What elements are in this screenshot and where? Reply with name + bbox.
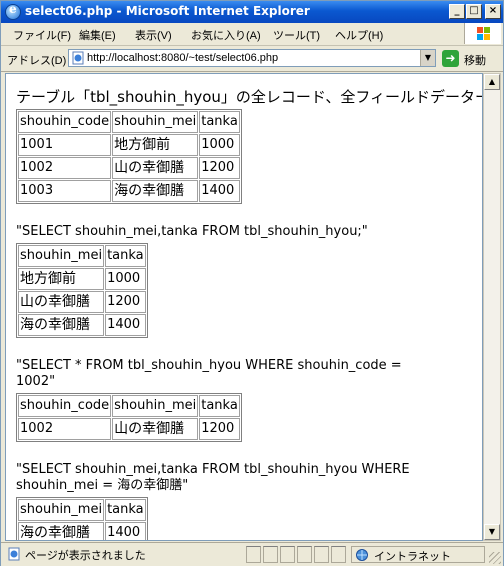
address-label: アドレス(D) bbox=[7, 55, 67, 67]
menu-bar: ファイル(F) 編集(E) 表示(V) お気に入り(A) ツール(T) ヘルプ(… bbox=[1, 23, 503, 46]
table-header-row: shouhin_code shouhin_mei tanka bbox=[18, 395, 240, 417]
cell: 山の幸御膳 bbox=[112, 157, 199, 179]
close-button[interactable]: × bbox=[485, 4, 501, 19]
address-bar: アドレス(D) ▼ ➜ 移動 bbox=[1, 46, 503, 72]
header-cell: shouhin_mei bbox=[18, 245, 105, 267]
header-cell: shouhin_code bbox=[18, 111, 112, 133]
address-dropdown-icon[interactable]: ▼ bbox=[420, 50, 435, 66]
cell: 1200 bbox=[199, 157, 240, 179]
zone-label: イントラネット bbox=[374, 551, 451, 563]
table-row: 1003 海の幸御膳 1400 bbox=[18, 180, 240, 202]
header-cell: tanka bbox=[199, 395, 240, 417]
page-heading: テーブル「tbl_shouhin_hyou」の全レコード、全フィールドデーター覧 bbox=[16, 88, 483, 106]
header-cell: shouhin_mei bbox=[18, 499, 105, 521]
query-text-3: "SELECT * FROM tbl_shouhin_hyou WHERE sh… bbox=[16, 358, 402, 389]
scroll-down-icon[interactable]: ▼ bbox=[484, 524, 500, 540]
status-pane bbox=[331, 546, 346, 563]
cell: 海の幸御膳 bbox=[18, 314, 105, 336]
go-button[interactable]: ➜ 移動 bbox=[442, 50, 502, 68]
intranet-icon bbox=[356, 549, 368, 561]
go-arrow-icon: ➜ bbox=[442, 50, 459, 67]
cell: 地方御前 bbox=[112, 134, 199, 156]
cell: 1002 bbox=[18, 418, 112, 440]
table-row: 1001 地方御前 1000 bbox=[18, 134, 240, 156]
cell: 地方御前 bbox=[18, 268, 105, 290]
query-text-4: "SELECT shouhin_mei,tanka FROM tbl_shouh… bbox=[16, 462, 410, 493]
status-pane bbox=[263, 546, 278, 563]
status-text: ページが表示されました bbox=[25, 550, 146, 562]
security-zone: イントラネット bbox=[351, 546, 485, 563]
table-select-columns: shouhin_mei tanka 地方御前 1000 山の幸御膳 1200 海… bbox=[16, 243, 148, 338]
menu-edit[interactable]: 編集(E) bbox=[79, 27, 116, 43]
windows-logo-icon bbox=[464, 23, 501, 44]
cell: 1400 bbox=[105, 522, 146, 540]
menu-file[interactable]: ファイル(F) bbox=[13, 27, 71, 43]
minimize-button[interactable]: _ bbox=[449, 4, 465, 19]
header-cell: tanka bbox=[105, 499, 146, 521]
status-pane bbox=[297, 546, 312, 563]
cell: 1000 bbox=[105, 268, 146, 290]
table-header-row: shouhin_mei tanka bbox=[18, 499, 146, 521]
menu-help[interactable]: ヘルプ(H) bbox=[335, 27, 383, 43]
header-cell: tanka bbox=[199, 111, 240, 133]
address-input[interactable] bbox=[87, 51, 417, 65]
cell: 1200 bbox=[199, 418, 240, 440]
table-row: 1002 山の幸御膳 1200 bbox=[18, 157, 240, 179]
cell: 1400 bbox=[105, 314, 146, 336]
status-pane bbox=[246, 546, 261, 563]
query-text-2: "SELECT shouhin_mei,tanka FROM tbl_shouh… bbox=[16, 224, 368, 239]
cell: 1000 bbox=[199, 134, 240, 156]
browser-window: select06.php - Microsoft Internet Explor… bbox=[0, 0, 504, 566]
page-done-icon bbox=[8, 547, 20, 561]
go-label: 移動 bbox=[464, 55, 486, 67]
maximize-button[interactable]: □ bbox=[466, 4, 482, 19]
cell: 1002 bbox=[18, 157, 112, 179]
cell: 山の幸御膳 bbox=[18, 291, 105, 313]
window-title: select06.php - Microsoft Internet Explor… bbox=[25, 4, 310, 18]
ie-icon bbox=[5, 2, 21, 20]
table-all-records: shouhin_code shouhin_mei tanka 1001 地方御前… bbox=[16, 109, 242, 204]
cell: 1001 bbox=[18, 134, 112, 156]
header-cell: shouhin_mei bbox=[112, 111, 199, 133]
page-icon bbox=[72, 51, 84, 65]
scroll-up-icon[interactable]: ▲ bbox=[484, 74, 500, 90]
table-row: 地方御前 1000 bbox=[18, 268, 146, 290]
address-box[interactable]: ▼ bbox=[68, 49, 436, 67]
document: テーブル「tbl_shouhin_hyou」の全レコード、全フィールドデーター覧… bbox=[16, 88, 483, 540]
table-header-row: shouhin_mei tanka bbox=[18, 245, 146, 267]
status-bar: ページが表示されました イントラネット bbox=[1, 542, 503, 566]
header-cell: shouhin_mei bbox=[112, 395, 199, 417]
vertical-scrollbar[interactable]: ▲ ▼ bbox=[483, 73, 501, 541]
cell: 1003 bbox=[18, 180, 112, 202]
table-where-code: shouhin_code shouhin_mei tanka 1002 山の幸御… bbox=[16, 393, 242, 442]
cell: 1200 bbox=[105, 291, 146, 313]
table-header-row: shouhin_code shouhin_mei tanka bbox=[18, 111, 240, 133]
menu-tools[interactable]: ツール(T) bbox=[273, 27, 320, 43]
title-bar[interactable]: select06.php - Microsoft Internet Explor… bbox=[1, 1, 503, 23]
page-content: テーブル「tbl_shouhin_hyou」の全レコード、全フィールドデーター覧… bbox=[5, 73, 483, 541]
header-cell: shouhin_code bbox=[18, 395, 112, 417]
table-row: 海の幸御膳 1400 bbox=[18, 314, 146, 336]
resize-grip-icon[interactable] bbox=[489, 552, 501, 564]
status-pane bbox=[314, 546, 329, 563]
table-row: 1002 山の幸御膳 1200 bbox=[18, 418, 240, 440]
table-where-name: shouhin_mei tanka 海の幸御膳 1400 bbox=[16, 497, 148, 540]
table-row: 山の幸御膳 1200 bbox=[18, 291, 146, 313]
menu-view[interactable]: 表示(V) bbox=[135, 27, 172, 43]
table-row: 海の幸御膳 1400 bbox=[18, 522, 146, 540]
menu-favorites[interactable]: お気に入り(A) bbox=[191, 27, 261, 43]
cell: 1400 bbox=[199, 180, 240, 202]
cell: 山の幸御膳 bbox=[112, 418, 199, 440]
status-pane bbox=[280, 546, 295, 563]
header-cell: tanka bbox=[105, 245, 146, 267]
cell: 海の幸御膳 bbox=[18, 522, 105, 540]
cell: 海の幸御膳 bbox=[112, 180, 199, 202]
